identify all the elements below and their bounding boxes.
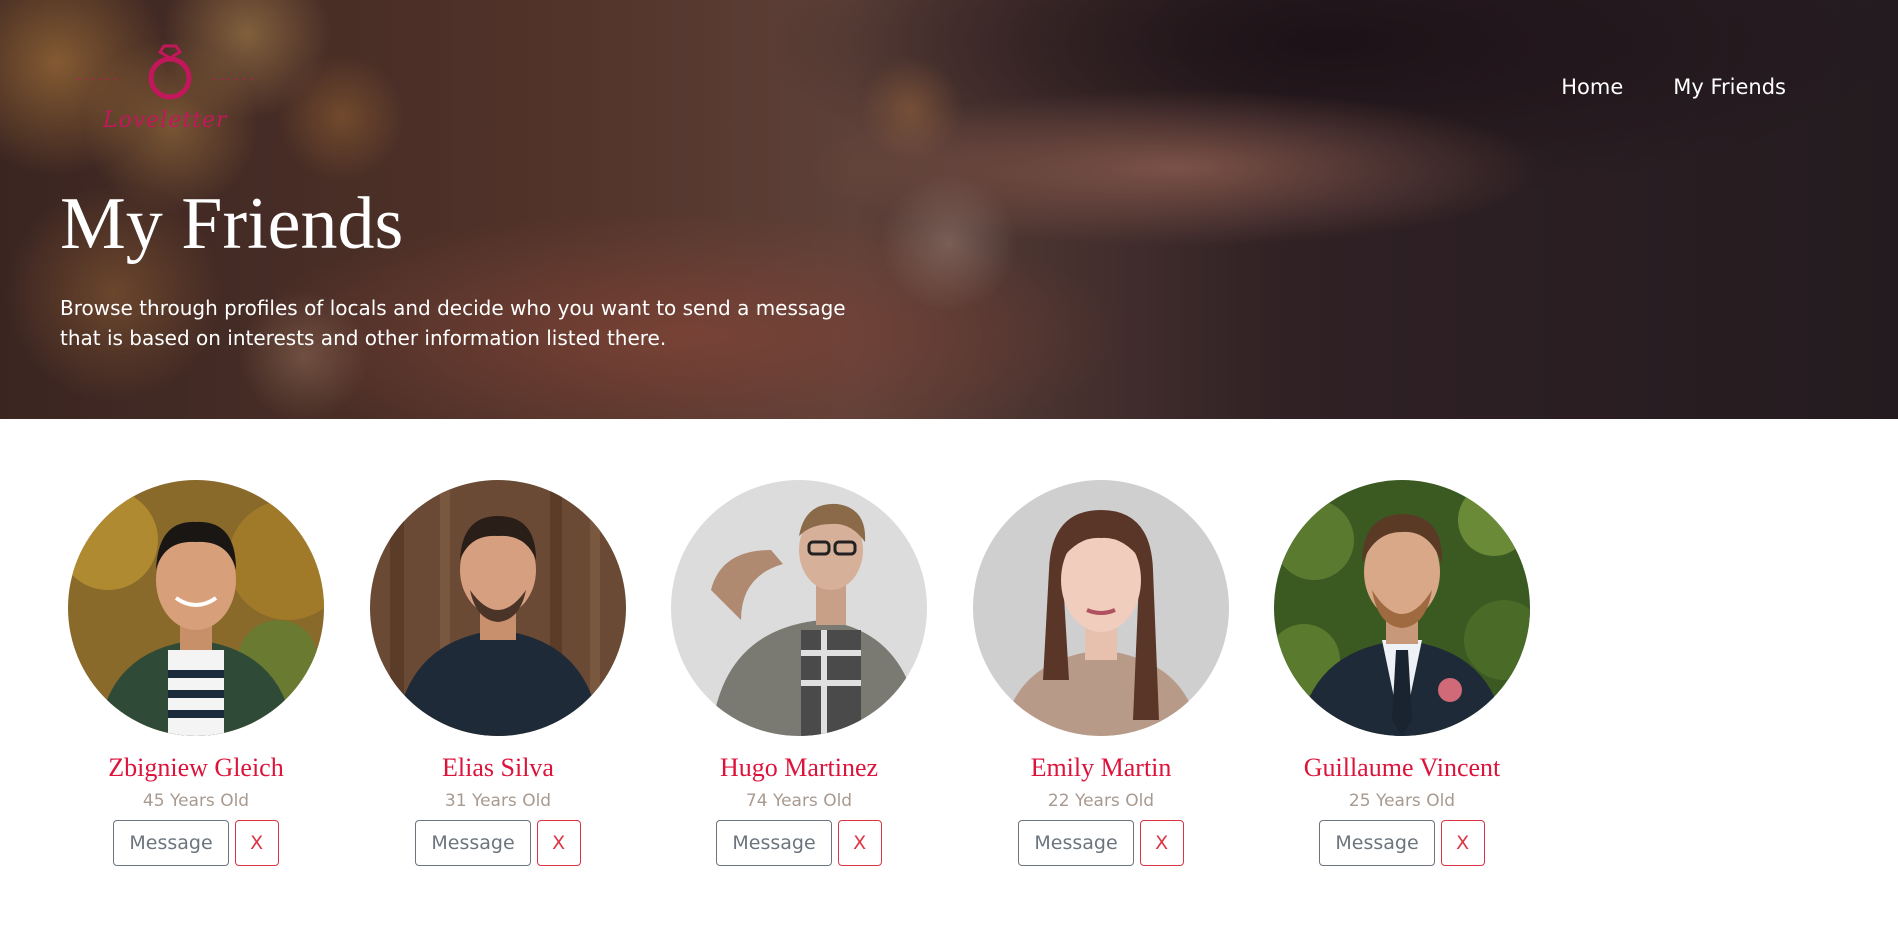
page-title: My Friends	[60, 183, 404, 265]
message-button[interactable]: Message	[113, 820, 229, 866]
friend-age: 45 Years Old	[142, 791, 250, 811]
friend-age: 74 Years Old	[745, 791, 853, 811]
brand-name: Loveletter	[103, 108, 228, 133]
friend-actions: Message X	[1251, 820, 1553, 866]
message-button[interactable]: Message	[415, 820, 531, 866]
remove-friend-button[interactable]: X	[536, 820, 581, 866]
message-button[interactable]: Message	[716, 820, 832, 866]
friend-actions: Message X	[950, 820, 1252, 866]
friend-actions: Message X	[347, 820, 649, 866]
nav-my-friends[interactable]: My Friends	[1673, 75, 1786, 99]
friend-card: Zbigniew Gleich 45 Years Old Message X	[45, 480, 347, 866]
friend-card: Hugo Martinez 74 Years Old Message X	[648, 480, 950, 866]
page-description: Browse through profiles of locals and de…	[60, 296, 846, 350]
friend-name: Guillaume Vincent	[1303, 753, 1501, 782]
friend-actions: Message X	[648, 820, 950, 866]
message-button[interactable]: Message	[1018, 820, 1134, 866]
message-button[interactable]: Message	[1319, 820, 1435, 866]
friend-name: Zbigniew Gleich	[108, 753, 284, 782]
avatar[interactable]	[370, 480, 626, 736]
friend-age: 22 Years Old	[1047, 791, 1155, 811]
friend-age: 31 Years Old	[444, 791, 552, 811]
friend-name: Emily Martin	[1030, 753, 1172, 782]
friend-card: Elias Silva 31 Years Old Message X	[347, 480, 649, 866]
ring-icon	[148, 44, 192, 100]
avatar[interactable]	[68, 480, 324, 736]
avatar[interactable]	[671, 480, 927, 736]
friend-actions: Message X	[45, 820, 347, 866]
friend-name: Elias Silva	[442, 753, 554, 782]
avatar[interactable]	[973, 480, 1229, 736]
avatar[interactable]	[1274, 480, 1530, 736]
friend-name: Hugo Martinez	[719, 753, 879, 782]
nav-home[interactable]: Home	[1561, 75, 1623, 99]
hero-banner: ...... ...... Loveletter Home My Friends…	[0, 0, 1898, 419]
friend-card: Guillaume Vincent 25 Years Old Message X	[1251, 480, 1553, 866]
friend-card: Emily Martin 22 Years Old Message X	[950, 480, 1252, 866]
remove-friend-button[interactable]: X	[1440, 820, 1485, 866]
logo-dots-left: ......	[76, 68, 121, 84]
remove-friend-button[interactable]: X	[234, 820, 279, 866]
logo-dots-right: ......	[212, 68, 257, 84]
remove-friend-button[interactable]: X	[1139, 820, 1184, 866]
remove-friend-button[interactable]: X	[837, 820, 882, 866]
brand-logo[interactable]: ...... ...... Loveletter	[70, 38, 270, 138]
friend-age: 25 Years Old	[1348, 791, 1456, 811]
main-nav: Home My Friends	[1561, 75, 1786, 99]
